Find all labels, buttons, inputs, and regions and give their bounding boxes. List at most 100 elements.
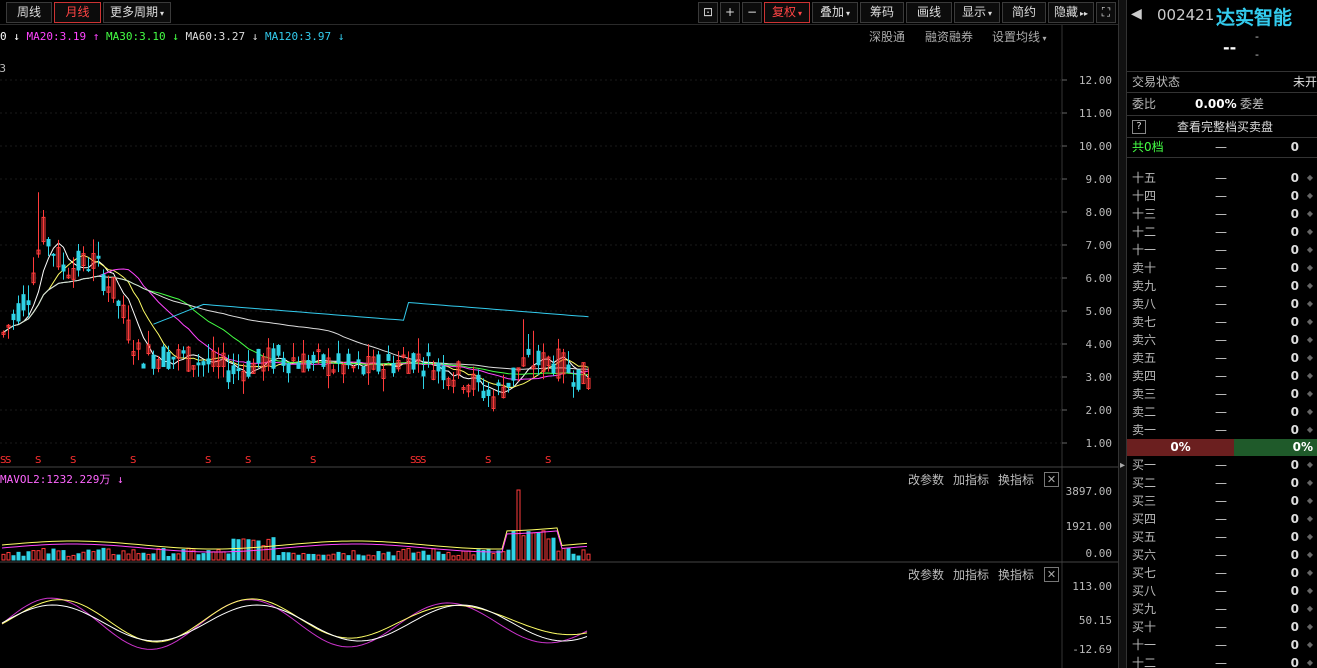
dot-icon: ◆	[1306, 191, 1313, 200]
buy-level-row[interactable]: 买七 — 0 ◆	[1127, 564, 1317, 582]
volume-bar	[131, 549, 136, 561]
close-icon[interactable]: ✕	[1044, 567, 1059, 582]
volume-bar	[576, 555, 581, 561]
total-levels-volume: 0	[1290, 140, 1299, 154]
divider	[1127, 115, 1317, 116]
dot-icon: ◆	[1306, 478, 1313, 487]
buy-level-row[interactable]: 买九 — 0 ◆	[1127, 600, 1317, 618]
volume-bar	[101, 547, 106, 561]
volume-bar	[51, 548, 56, 561]
volume-bar	[566, 547, 571, 561]
event-flag-icon: S	[420, 455, 426, 466]
volume-bar	[306, 553, 311, 561]
candle-body	[481, 390, 486, 399]
volume-bar	[226, 553, 231, 561]
volume-bar	[281, 552, 286, 561]
sell-level-row[interactable]: 十二 — 0 ◆	[1127, 223, 1317, 241]
stock-terminal: 周线 月线 更多周期 ▾ ⊡ + − 复权 ▾ 叠加 ▾ 筹码 画线 显示 ▾ 简约 隐…	[0, 0, 1317, 668]
candle-body	[391, 363, 396, 374]
event-flag-icon: S	[485, 455, 491, 466]
help-icon[interactable]: ?	[1132, 120, 1146, 134]
volume-bar	[386, 551, 391, 561]
buy-level-row[interactable]: 买四 — 0 ◆	[1127, 510, 1317, 528]
volume-bar	[341, 553, 346, 561]
volume-bar	[171, 553, 176, 561]
sell-level-row[interactable]: 十一 — 0 ◆	[1127, 241, 1317, 259]
level-volume: 0	[1290, 620, 1299, 634]
close-icon[interactable]: ✕	[1044, 472, 1059, 487]
volume-bar	[121, 550, 126, 561]
candle-body	[116, 300, 121, 306]
sell-level-row[interactable]: 卖七 — 0 ◆	[1127, 313, 1317, 331]
change-amount: -	[1255, 30, 1259, 43]
ind-tick: 50.15	[1078, 614, 1112, 627]
buy-level-row[interactable]: 买一 — 0 ◆	[1127, 456, 1317, 474]
dot-icon: ◆	[1306, 209, 1313, 218]
dot-icon: ◆	[1306, 532, 1313, 541]
buy-level-row[interactable]: 买五 — 0 ◆	[1127, 528, 1317, 546]
stock-name: 达实智能	[1216, 7, 1293, 29]
ind-switch-indicator[interactable]: 换指标	[998, 566, 1034, 583]
level-label: 买三	[1132, 494, 1157, 508]
mavol-value: MAVOL2:1232.229万	[0, 473, 111, 486]
panel-splitter[interactable]: ▸	[1118, 0, 1127, 668]
sell-level-row[interactable]: 卖八 — 0 ◆	[1127, 295, 1317, 313]
buy-level-row[interactable]: 买十 — 0 ◆	[1127, 618, 1317, 636]
sell-level-row[interactable]: 十四 — 0 ◆	[1127, 187, 1317, 205]
sell-level-row[interactable]: 卖五 — 0 ◆	[1127, 349, 1317, 367]
buy-level-row[interactable]: 买六 — 0 ◆	[1127, 546, 1317, 564]
sell-level-row[interactable]: 卖六 — 0 ◆	[1127, 331, 1317, 349]
event-flag-icon: S	[545, 455, 551, 466]
buy-level-row[interactable]: 十一 — 0 ◆	[1127, 636, 1317, 654]
buy-level-row[interactable]: 买八 — 0 ◆	[1127, 582, 1317, 600]
level-volume: 0	[1290, 512, 1299, 526]
sell-level-row[interactable]: 卖三 — 0 ◆	[1127, 385, 1317, 403]
sell-level-row[interactable]: 卖十 — 0 ◆	[1127, 259, 1317, 277]
sell-level-row[interactable]: 卖一 — 0 ◆	[1127, 421, 1317, 439]
volume-bar	[436, 551, 441, 561]
total-levels-price: —	[1215, 140, 1227, 154]
candle-body	[151, 354, 156, 369]
level-label: 买九	[1132, 602, 1157, 616]
candle-body	[226, 370, 231, 383]
level-volume: 0	[1290, 548, 1299, 562]
buy-level-row[interactable]: 买二 — 0 ◆	[1127, 474, 1317, 492]
volume-bar	[241, 538, 246, 561]
volume-bar	[261, 545, 266, 561]
volume-bar	[11, 555, 16, 561]
ratio-row: 委比 0.00% 委差	[1127, 95, 1317, 113]
vol-add-indicator[interactable]: 加指标	[953, 471, 989, 488]
level-price: —	[1215, 656, 1227, 668]
chevron-left-icon[interactable]: ◀	[1131, 6, 1142, 22]
sell-level-row[interactable]: 卖四 — 0 ◆	[1127, 367, 1317, 385]
volume-bar	[96, 549, 101, 561]
full-depth-link[interactable]: 查看完整档买卖盘	[1177, 118, 1273, 136]
candle-body	[311, 354, 316, 364]
dot-icon: ◆	[1306, 245, 1313, 254]
sell-level-row[interactable]: 卖二 — 0 ◆	[1127, 403, 1317, 421]
trade-status-row: 交易状态 未开	[1127, 73, 1317, 91]
vol-edit-params[interactable]: 改参数	[908, 471, 944, 488]
ind-add-indicator[interactable]: 加指标	[953, 566, 989, 583]
volume-bar	[291, 552, 296, 561]
volume-bar	[346, 555, 351, 561]
vol-switch-indicator[interactable]: 换指标	[998, 471, 1034, 488]
buy-level-row[interactable]: 买三 — 0 ◆	[1127, 492, 1317, 510]
candle-body	[296, 362, 301, 369]
level-price: —	[1215, 405, 1227, 419]
level-price: —	[1215, 351, 1227, 365]
candle-body	[26, 300, 31, 306]
dot-icon: ◆	[1306, 622, 1313, 631]
volume-bar	[136, 553, 141, 561]
level-price: —	[1215, 387, 1227, 401]
sell-level-row[interactable]: 十三 — 0 ◆	[1127, 205, 1317, 223]
volume-bar	[71, 554, 76, 561]
sell-level-row[interactable]: 卖九 — 0 ◆	[1127, 277, 1317, 295]
candle-body	[411, 353, 416, 370]
full-depth-row[interactable]: ? 查看完整档买卖盘	[1127, 118, 1317, 136]
ind-edit-params[interactable]: 改参数	[908, 566, 944, 583]
sell-level-row[interactable]: 十五 — 0 ◆	[1127, 169, 1317, 187]
volume-bar	[111, 554, 116, 561]
buy-level-row[interactable]: 十二 — 0 ◆	[1127, 654, 1317, 668]
level-price: —	[1215, 261, 1227, 275]
